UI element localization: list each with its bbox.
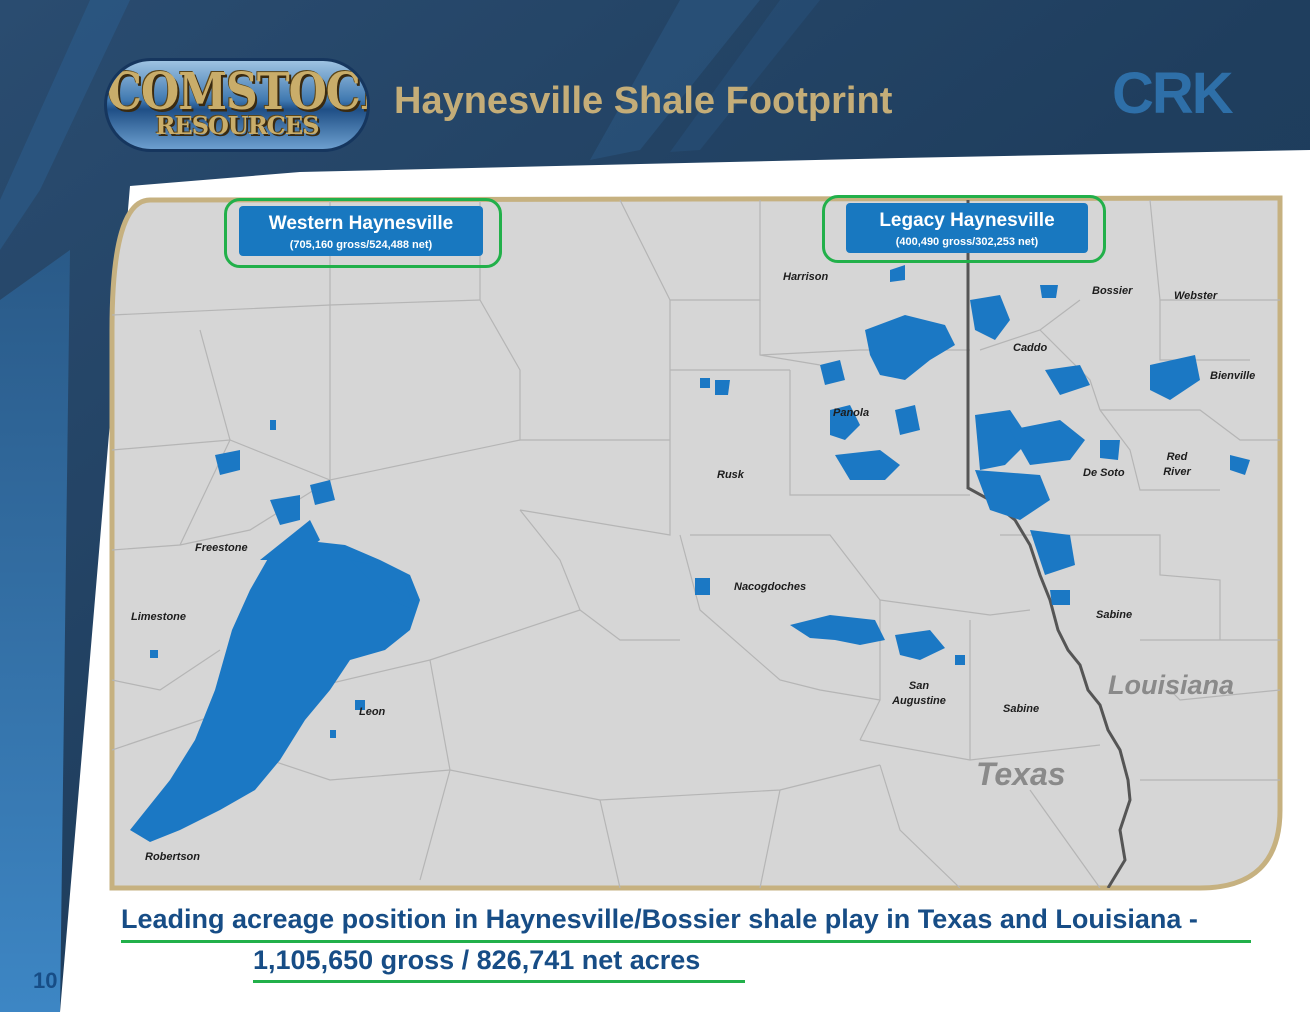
county-label-bienville: Bienville bbox=[1210, 370, 1256, 382]
county-label-bossier: Bossier bbox=[1092, 285, 1133, 297]
county-label-rusk: Rusk bbox=[717, 469, 744, 481]
county-label-nacogdoches: Nacogdoches bbox=[734, 581, 807, 593]
region-stats: (705,160 gross/524,488 net) bbox=[289, 239, 433, 251]
footer-underline-1 bbox=[121, 940, 1251, 943]
county-label-leon: Leon bbox=[359, 706, 386, 718]
region-name: Legacy Haynesville bbox=[879, 210, 1055, 231]
county-label-de-soto: De Soto bbox=[1083, 467, 1125, 479]
western-haynesville-box: Western Haynesville (705,160 gross/524,4… bbox=[239, 206, 483, 256]
page-number: 10 bbox=[33, 968, 58, 993]
region-name: Western Haynesville bbox=[268, 213, 454, 234]
county-label-robertson: Robertson bbox=[145, 851, 200, 863]
county-label-freestone: Freestone bbox=[195, 542, 248, 554]
county-label-limestone: Limestone bbox=[131, 611, 187, 623]
county-label-webster: Webster bbox=[1174, 290, 1218, 302]
ticker-logo: CRK bbox=[1112, 61, 1234, 126]
legacy-haynesville-box: Legacy Haynesville (400,490 gross/302,25… bbox=[846, 203, 1088, 253]
county-label-harrison: Harrison bbox=[783, 271, 829, 283]
county-label-sabine-tx: Sabine bbox=[1003, 703, 1040, 715]
county-label-caddo: Caddo bbox=[1013, 342, 1048, 354]
state-label-texas: Texas bbox=[976, 756, 1066, 792]
comstock-logo: COMSTOCK RESOURCES bbox=[104, 58, 370, 152]
county-label-san-augustine: San Augustine bbox=[892, 680, 946, 707]
county-label-red-river: Red River bbox=[1163, 451, 1191, 478]
region-stats: (400,490 gross/302,253 net) bbox=[895, 236, 1039, 248]
footer-headline: Leading acreage position in Haynesville/… bbox=[121, 904, 1198, 934]
state-label-louisiana: Louisiana bbox=[1108, 670, 1235, 700]
county-label-panola: Panola bbox=[833, 407, 870, 419]
slide-title: Haynesville Shale Footprint bbox=[394, 80, 893, 122]
footer-acreage-total: 1,105,650 gross / 826,741 net acres bbox=[253, 945, 701, 975]
logo-wordmark-bottom: RESOURCES bbox=[155, 111, 319, 140]
county-label-sabine-la: Sabine bbox=[1096, 609, 1133, 621]
footer-underline-2 bbox=[253, 980, 745, 983]
